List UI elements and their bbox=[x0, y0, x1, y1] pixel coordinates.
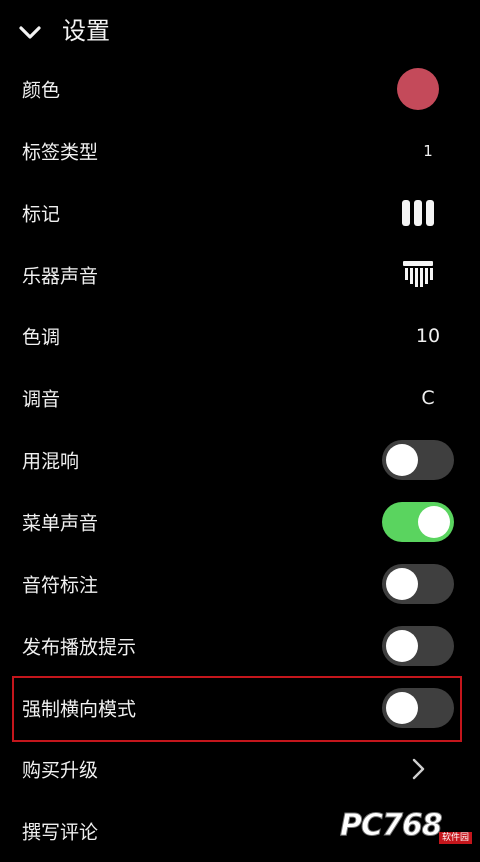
setting-row-color[interactable]: 颜色 bbox=[0, 58, 480, 120]
setting-row-menu-sound[interactable]: 菜单声音 bbox=[0, 491, 480, 553]
setting-label: 调音 bbox=[22, 388, 61, 411]
setting-label: 标记 bbox=[22, 203, 61, 226]
setting-row-tuning[interactable]: 调音 C bbox=[0, 367, 480, 429]
setting-label: 色调 bbox=[22, 326, 61, 349]
highlight-box bbox=[12, 676, 462, 742]
setting-value: 1 bbox=[423, 142, 433, 160]
menu-sound-toggle[interactable] bbox=[382, 502, 454, 542]
toggle-knob bbox=[386, 630, 418, 662]
chevron-down-icon[interactable] bbox=[18, 20, 42, 44]
setting-row-tag-type[interactable]: 标签类型 1 bbox=[0, 120, 480, 182]
color-swatch[interactable] bbox=[397, 68, 439, 110]
toggle-knob bbox=[386, 444, 418, 476]
playback-tips-toggle[interactable] bbox=[382, 626, 454, 666]
setting-label: 菜单声音 bbox=[22, 512, 99, 535]
setting-label: 颜色 bbox=[22, 79, 61, 102]
setting-label: 撰写评论 bbox=[22, 821, 99, 844]
settings-header: 设置 bbox=[0, 0, 480, 62]
setting-label: 用混响 bbox=[22, 450, 80, 473]
setting-row-tone[interactable]: 色调 10 bbox=[0, 305, 480, 367]
page-title: 设置 bbox=[62, 17, 110, 45]
toggle-knob bbox=[386, 568, 418, 600]
setting-label: 乐器声音 bbox=[22, 265, 99, 288]
setting-label: 发布播放提示 bbox=[22, 636, 137, 659]
setting-value: 10 bbox=[415, 325, 441, 347]
setting-label: 标签类型 bbox=[22, 141, 99, 164]
watermark-subtext: 软件园 bbox=[438, 832, 472, 844]
setting-row-reverb[interactable]: 用混响 bbox=[0, 429, 480, 491]
toggle-knob bbox=[418, 506, 450, 538]
setting-row-playback-tips[interactable]: 发布播放提示 bbox=[0, 615, 480, 677]
kalimba-icon[interactable] bbox=[400, 258, 436, 292]
setting-label: 购买升级 bbox=[22, 759, 99, 782]
setting-value: C bbox=[421, 387, 435, 409]
note-labels-toggle[interactable] bbox=[382, 564, 454, 604]
watermark-text: PC768 bbox=[340, 808, 444, 844]
setting-label: 音符标注 bbox=[22, 574, 99, 597]
setting-row-instrument-sound[interactable]: 乐器声音 bbox=[0, 244, 480, 306]
watermark-logo: PC768 软件园 bbox=[340, 808, 476, 848]
setting-row-note-labels[interactable]: 音符标注 bbox=[0, 553, 480, 615]
setting-row-purchase-upgrade[interactable]: 购买升级 bbox=[0, 738, 480, 800]
setting-row-marker[interactable]: 标记 bbox=[0, 182, 480, 244]
reverb-toggle[interactable] bbox=[382, 440, 454, 480]
chevron-right-icon[interactable] bbox=[408, 757, 428, 781]
marker-bars-icon[interactable] bbox=[400, 198, 436, 228]
